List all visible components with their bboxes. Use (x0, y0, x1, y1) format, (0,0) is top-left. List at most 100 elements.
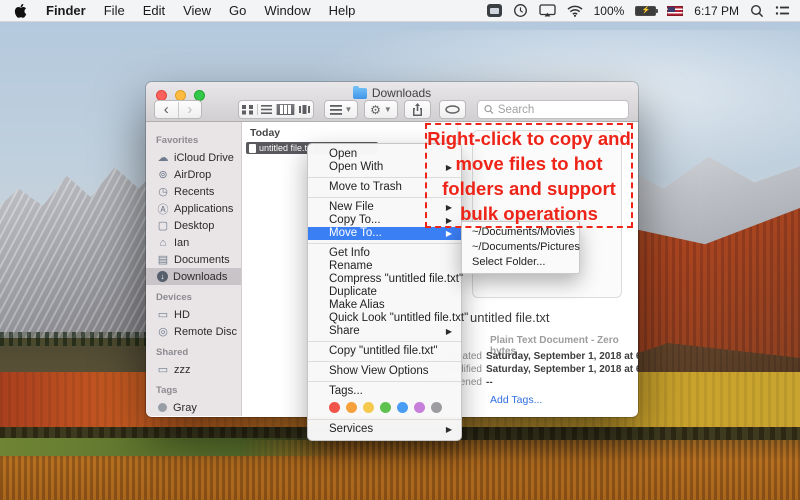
recents-icon: ◷ (156, 185, 170, 198)
applications-icon: Ⓐ (156, 201, 170, 217)
menu-edit[interactable]: Edit (134, 3, 174, 18)
menu-go[interactable]: Go (220, 3, 255, 18)
group-icon (330, 105, 342, 115)
sidebar-item-label: AirDrop (174, 169, 211, 181)
menu-bar: FinderFileEditViewGoWindowHelp 100% ⚡ 6:… (0, 0, 800, 22)
chevron-down-icon: ▼ (384, 105, 392, 114)
share-button[interactable] (404, 100, 431, 119)
battery-charging-icon[interactable]: ⚡ (635, 6, 656, 16)
context-menu-label: Copy To... (329, 214, 381, 226)
notification-center-icon[interactable] (775, 5, 790, 17)
preview-file-title: untitled file.txt (470, 310, 550, 325)
sidebar-item-label: Remote Disc (174, 326, 237, 338)
sidebar-item-airdrop[interactable]: ⊚ AirDrop (146, 166, 241, 183)
search-field[interactable] (477, 100, 629, 119)
icon-view-button[interactable] (239, 104, 257, 115)
window-titlebar[interactable]: Downloads ‹ › ▼ ⚙ (146, 82, 638, 122)
add-tags-link[interactable]: Add Tags... (490, 394, 542, 406)
back-button[interactable]: ‹ (155, 102, 178, 118)
context-menu-item-move-to[interactable]: Move To...▶ (308, 227, 461, 240)
window-title-row: Downloads (146, 82, 638, 100)
tag-color-dot[interactable] (431, 402, 442, 413)
context-menu-item-rename[interactable]: Rename (308, 260, 461, 273)
airplay-display-icon[interactable] (539, 4, 556, 17)
context-menu-item-compress-untitled-file-txt[interactable]: Compress "untitled file.txt" (308, 273, 461, 286)
gear-icon: ⚙ (370, 103, 381, 117)
sidebar-item-applications[interactable]: ⒶApplications (146, 200, 241, 217)
context-menu-item-duplicate[interactable]: Duplicate (308, 286, 461, 299)
submenu-item-documents-pictures[interactable]: ~/Documents/Pictures (462, 240, 579, 255)
group-by-button[interactable]: ▼ (324, 100, 358, 119)
window-title: Downloads (372, 86, 431, 100)
sidebar-item-remote-disc[interactable]: ◎Remote Disc (146, 323, 241, 340)
sidebar-item-zzz[interactable]: ▭ zzz (146, 361, 241, 378)
toolbar: ‹ › ▼ ⚙ ▼ (146, 100, 638, 122)
sidebar-item-downloads[interactable]: ↓Downloads (146, 268, 241, 285)
submenu-item-select-folder[interactable]: Select Folder... (462, 255, 579, 270)
menu-window[interactable]: Window (255, 3, 319, 18)
apple-menu[interactable] (0, 3, 37, 18)
downloads-folder-icon (353, 88, 367, 99)
menu-separator (308, 341, 461, 342)
sidebar-item-label: iCloud Drive (174, 152, 234, 164)
coverflow-view-button[interactable] (294, 104, 313, 115)
sidebar-item-label: zzz (174, 364, 191, 376)
hot-folders-app-icon[interactable] (487, 4, 502, 17)
annotation-callout: Right-click to copy and move files to ho… (425, 123, 633, 228)
battery-percent: 100% (594, 4, 625, 18)
context-menu-label: Duplicate (329, 286, 377, 298)
menu-view[interactable]: View (174, 3, 220, 18)
chevron-down-icon: ▼ (345, 105, 353, 114)
forward-button[interactable]: › (178, 102, 202, 118)
list-view-button[interactable] (257, 104, 276, 115)
column-view-button[interactable] (276, 104, 295, 115)
sidebar-item-label: Gray (173, 402, 197, 414)
us-flag-icon[interactable] (667, 6, 683, 16)
sidebar-item-icloud-drive[interactable]: ☁iCloud Drive (146, 149, 241, 166)
context-menu-item-share[interactable]: Share▶ (308, 325, 461, 338)
sidebar-item-label: Ian (174, 237, 189, 249)
menu-bar-clock[interactable]: 6:17 PM (694, 4, 739, 18)
shared-computer-icon: ▭ (156, 363, 170, 376)
context-menu-item-show-view-options[interactable]: Show View Options (308, 365, 461, 378)
sidebar-item-gray[interactable]: Gray (146, 399, 241, 416)
menu-separator (308, 243, 461, 244)
share-icon (412, 103, 423, 116)
time-machine-icon[interactable] (513, 3, 528, 18)
sidebar-item-ian[interactable]: ⌂ Ian (146, 234, 241, 251)
sidebar-item-recents[interactable]: ◷ Recents (146, 183, 241, 200)
sidebar-item-hd[interactable]: ▭HD (146, 306, 241, 323)
sidebar-item-desktop[interactable]: ▢Desktop (146, 217, 241, 234)
home-icon: ⌂ (156, 237, 170, 249)
menu-separator (308, 419, 461, 420)
tag-color-dot[interactable] (414, 402, 425, 413)
context-menu-item-tags[interactable]: Tags... (308, 385, 461, 398)
tag-color-dot[interactable] (380, 402, 391, 413)
menu-file[interactable]: File (95, 3, 134, 18)
airdrop-icon: ⊚ (156, 168, 170, 181)
tag-color-dot[interactable] (397, 402, 408, 413)
sidebar-item-label: Downloads (173, 271, 227, 283)
sidebar-item-label: Recents (174, 186, 214, 198)
spotlight-icon[interactable] (750, 4, 764, 18)
tag-color-dot[interactable] (329, 402, 340, 413)
wifi-icon[interactable] (567, 5, 583, 17)
context-menu-item-get-info[interactable]: Get Info (308, 247, 461, 260)
submenu-arrow-icon: ▶ (446, 227, 452, 240)
sidebar-item-documents[interactable]: ▤Documents (146, 251, 241, 268)
menu-help[interactable]: Help (320, 3, 365, 18)
sidebar-item-label: HD (174, 309, 190, 321)
context-menu-item-copy-untitled-file-txt[interactable]: Copy "untitled file.txt" (308, 345, 461, 358)
context-menu-item-make-alias[interactable]: Make Alias (308, 299, 461, 312)
menu-finder[interactable]: Finder (37, 3, 95, 18)
sidebar-section-favorites: Favorites (156, 135, 241, 146)
tag-color-dot[interactable] (363, 402, 374, 413)
edit-tags-button[interactable] (439, 100, 466, 119)
context-menu-item-services[interactable]: Services▶ (308, 423, 461, 436)
search-input[interactable] (498, 104, 622, 116)
submenu-arrow-icon: ▶ (446, 325, 452, 338)
action-menu-button[interactable]: ⚙ ▼ (364, 100, 398, 119)
context-menu-item-quick-look-untitled-file-txt[interactable]: Quick Look "untitled file.txt" (308, 312, 461, 325)
selected-file-name: untitled file.txt (259, 143, 314, 153)
tag-color-dot[interactable] (346, 402, 357, 413)
